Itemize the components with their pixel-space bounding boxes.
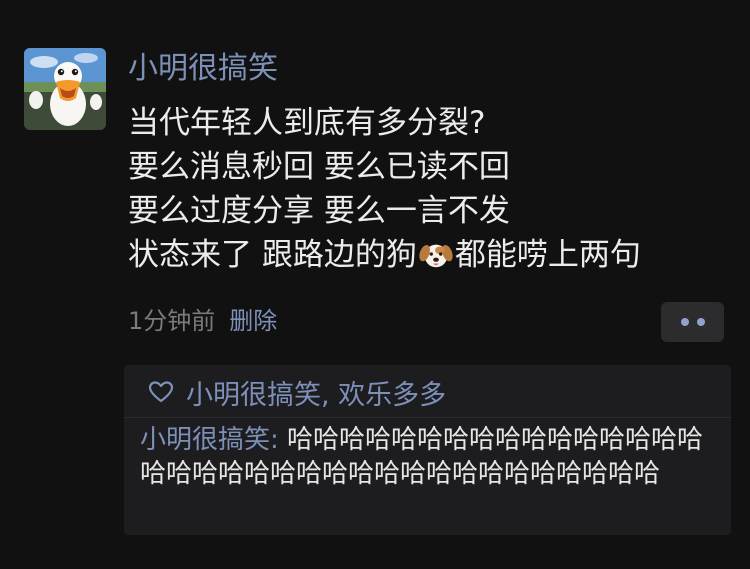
- post-line: 状态来了 跟路边的狗 都能唠上两句: [128, 233, 641, 277]
- likes-comments-panel: 小明很搞笑, 欢乐多多 小明很搞笑: 哈哈哈哈哈哈哈哈哈哈哈哈哈哈哈哈哈哈哈哈哈…: [124, 365, 731, 535]
- post-line-text: 状态来了 跟路边的狗: [128, 237, 417, 273]
- post-line: 当代年轻人到底有多分裂?: [128, 105, 486, 141]
- post-line: 要么消息秒回 要么已读不回: [128, 149, 510, 185]
- post-meta: 1分钟前 删除: [128, 304, 277, 338]
- post-line: 要么过度分享 要么一言不发: [128, 193, 510, 229]
- post-author-name[interactable]: 小明很搞笑: [128, 49, 278, 89]
- avatar[interactable]: [24, 48, 106, 130]
- divider: [124, 417, 731, 418]
- duck-avatar-image: [24, 48, 106, 130]
- comment-item[interactable]: 小明很搞笑: 哈哈哈哈哈哈哈哈哈哈哈哈哈哈哈哈哈哈哈哈哈哈哈哈哈哈哈哈哈哈哈哈哈…: [140, 423, 720, 491]
- heart-icon: [148, 381, 174, 403]
- post-time: 1分钟前: [128, 307, 216, 335]
- likes-names[interactable]: 小明很搞笑, 欢乐多多: [186, 373, 446, 412]
- more-dot-icon: [680, 318, 689, 326]
- more-dot-icon: [696, 318, 705, 326]
- more-options-button[interactable]: [661, 302, 724, 342]
- likes-row: 小明很搞笑, 欢乐多多: [148, 373, 446, 412]
- comment-author[interactable]: 小明很搞笑: [140, 425, 270, 455]
- post-content: 当代年轻人到底有多分裂? 要么消息秒回 要么已读不回 要么过度分享 要么一言不发…: [128, 101, 641, 277]
- dog-face-icon: [419, 244, 453, 268]
- delete-button[interactable]: 删除: [229, 307, 277, 335]
- post-line-text: 都能唠上两句: [454, 237, 641, 273]
- comment-separator: :: [270, 425, 288, 455]
